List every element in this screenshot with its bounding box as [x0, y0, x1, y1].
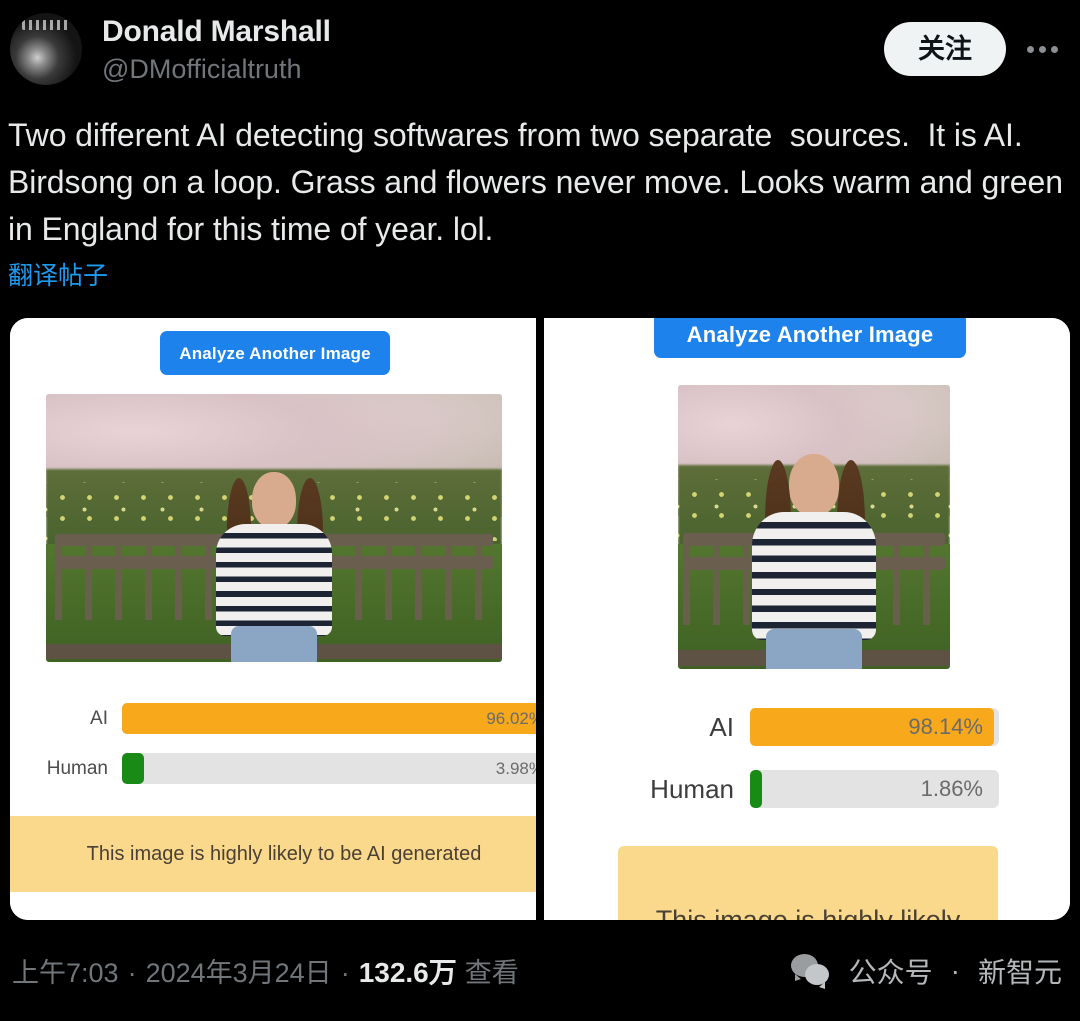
- more-horizontal-icon[interactable]: [1020, 27, 1064, 71]
- tweet-date: 2024年3月24日: [145, 957, 332, 988]
- photo-person: [739, 454, 889, 669]
- score-value: 3.98%: [495, 759, 536, 778]
- analyzed-photo: [46, 394, 502, 662]
- tweet-meta: 上午7:03 · 2024年3月24日 · 132.6万 查看: [12, 951, 519, 991]
- analyze-another-image-button[interactable]: Analyze Another Image: [654, 318, 966, 358]
- photo-scene: [46, 394, 502, 662]
- verdict-banner: This image is highly likely to be AI gen…: [10, 816, 536, 892]
- score-row-label: Human: [46, 758, 108, 779]
- person-head: [252, 472, 296, 528]
- person-torso: [216, 524, 332, 636]
- header-actions: 关注: [884, 22, 1064, 77]
- score-row-label: Human: [650, 773, 734, 804]
- views-count: 132.6万: [358, 956, 457, 988]
- score-value: 1.86%: [920, 776, 983, 801]
- follow-button[interactable]: 关注: [884, 22, 1006, 77]
- score-rows-left: AI 96.02% Human 3.98%: [10, 694, 536, 794]
- tweet-footer: 上午7:03 · 2024年3月24日 · 132.6万 查看 公众号 · 新智…: [0, 920, 1080, 1021]
- more-dot: [1050, 45, 1058, 53]
- score-rows-right: AI 98.14% Human 1.86%: [544, 696, 1070, 820]
- analyzed-photo: [678, 385, 950, 669]
- verdict-text: This image is highly likely: [655, 905, 961, 920]
- score-bar-track: 3.98%: [122, 753, 536, 784]
- verdict-banner: This image is highly likely: [618, 846, 998, 920]
- author-info: Donald Marshall @DMofficialtruth: [102, 10, 884, 86]
- score-row: Human 3.98%: [10, 744, 536, 794]
- meta-separator: ·: [127, 957, 137, 988]
- score-row: AI 96.02%: [10, 694, 536, 744]
- score-row-label: AI: [709, 711, 734, 742]
- author-handle[interactable]: @DMofficialtruth: [102, 52, 884, 86]
- media-card-right[interactable]: Analyze Another Image AI 98.14% Human 1.…: [544, 318, 1070, 920]
- detector-panel-left: Analyze Another Image AI 96.02 Human 3.9…: [10, 318, 536, 920]
- person-jeans: [766, 629, 862, 669]
- attribution-name: 新智元: [977, 956, 1062, 988]
- author-display-name[interactable]: Donald Marshall: [102, 14, 884, 50]
- person-jeans: [231, 626, 317, 662]
- photo-person: [199, 472, 349, 662]
- score-value: 98.14%: [908, 714, 983, 739]
- media-grid: Analyze Another Image AI 96.02 Human 3.9…: [10, 318, 1070, 920]
- views-label: 查看: [464, 957, 519, 988]
- score-row: AI 98.14%: [544, 696, 1070, 758]
- score-bar-fill-human: [122, 753, 144, 784]
- media-card-left[interactable]: Analyze Another Image AI 96.02 Human 3.9…: [10, 318, 536, 920]
- score-bar-track: 96.02%: [122, 703, 536, 734]
- verdict-text: This image is highly likely to be AI gen…: [86, 842, 482, 865]
- score-bar-fill-ai: [122, 703, 536, 734]
- person-head: [789, 454, 839, 516]
- wechat-icon: [790, 953, 835, 989]
- photo-scene: [678, 385, 950, 669]
- attribution-separator: ·: [950, 954, 960, 986]
- attribution-prefix: 公众号: [848, 956, 933, 988]
- wechat-bubble: [804, 963, 829, 989]
- avatar[interactable]: [10, 13, 82, 85]
- score-bar-track: 1.86%: [750, 770, 999, 808]
- more-dot: [1038, 45, 1046, 53]
- person-torso: [752, 512, 876, 640]
- score-row-label: AI: [90, 708, 108, 729]
- analyze-another-image-button[interactable]: Analyze Another Image: [160, 331, 390, 375]
- tweet-time: 上午7:03: [12, 957, 119, 988]
- more-dot: [1026, 45, 1034, 53]
- translate-post-link[interactable]: 翻译帖子: [0, 253, 108, 293]
- meta-separator: ·: [340, 957, 350, 988]
- tweet-text: Two different AI detecting softwares fro…: [8, 117, 1072, 247]
- score-row: Human 1.86%: [544, 758, 1070, 820]
- tweet-header: Donald Marshall @DMofficialtruth 关注: [0, 0, 1080, 96]
- detector-panel-right: Analyze Another Image AI 98.14% Human 1.…: [544, 318, 1070, 920]
- wechat-attribution: 公众号 · 新智元: [790, 951, 1062, 991]
- score-bar-fill-human: [750, 770, 763, 808]
- score-bar-track: 98.14%: [750, 708, 999, 746]
- score-value: 96.02%: [486, 709, 536, 728]
